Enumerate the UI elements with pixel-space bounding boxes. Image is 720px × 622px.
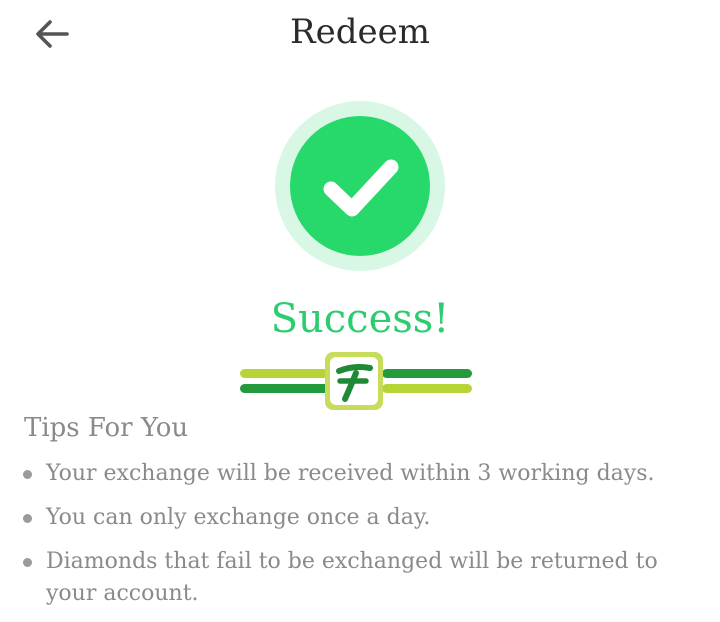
app-header: Redeem [0,0,720,64]
success-status-icon-container [275,101,445,271]
tips-list: Your exchange will be received within 3 … [22,458,702,622]
brand-logo-bar [238,348,474,414]
bullet-icon [23,470,32,479]
page-title: Redeem [290,12,430,52]
success-message: Success! [270,296,450,342]
tip-text: Your exchange will be received within 3 … [46,461,655,486]
tip-item: Diamonds that fail to be exchanged will … [22,546,702,610]
brand-logo-icon [240,352,472,410]
tip-item: You can only exchange once a day. [22,502,702,534]
tip-item: Your exchange will be received within 3 … [22,458,702,490]
tip-text: Diamonds that fail to be exchanged will … [46,549,658,606]
check-circle-icon [275,101,445,271]
tip-text: You can only exchange once a day. [46,505,431,530]
tips-heading: Tips For You [24,413,189,443]
bullet-icon [23,558,32,567]
bullet-icon [23,514,32,523]
